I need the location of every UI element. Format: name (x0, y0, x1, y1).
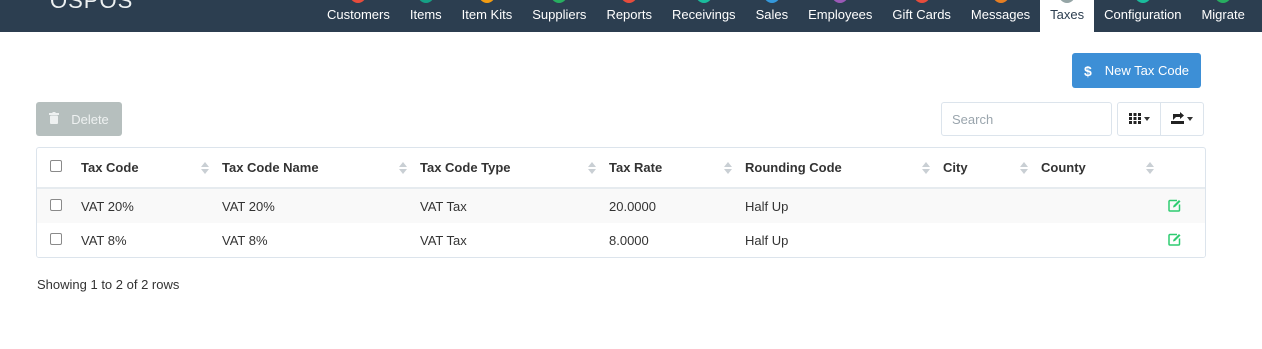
column-header-label: Tax Code Name (222, 160, 319, 175)
nav-item-suppliers[interactable]: Suppliers (522, 0, 596, 32)
nav-item-item-kits[interactable]: Item Kits (452, 0, 523, 32)
column-header-tax-code-name[interactable]: Tax Code Name (222, 148, 319, 187)
module-icon (913, 0, 930, 3)
new-tax-code-button[interactable]: $ New Tax Code (1072, 53, 1201, 88)
columns-toggle-button[interactable] (1117, 102, 1161, 136)
module-icon (832, 0, 849, 3)
module-icon (1059, 0, 1076, 3)
module-icon (992, 0, 1009, 3)
nav-item-label: Receivings (671, 7, 736, 22)
nav-item-label: Items (409, 7, 442, 22)
app-brand[interactable]: OSPOS (50, 0, 133, 14)
module-icon (695, 0, 712, 3)
cell-tax-code-name: VAT 8% (222, 232, 268, 248)
column-header-label: Rounding Code (745, 160, 842, 175)
module-icon (551, 0, 568, 3)
nav-item-items[interactable]: Items (400, 0, 452, 32)
nav-item-label: Employees (808, 7, 873, 22)
new-tax-code-label: New Tax Code (1104, 63, 1190, 78)
sort-icon[interactable] (1146, 162, 1154, 175)
top-navbar: OSPOS Customers Items Item Kits Supplier… (0, 0, 1262, 32)
sort-icon[interactable] (399, 162, 407, 175)
cell-tax-rate: 20.0000 (609, 198, 656, 214)
export-icon (1171, 111, 1184, 127)
nav-item-label: Suppliers (532, 7, 587, 22)
nav-item-label: Messages (970, 7, 1031, 22)
cell-tax-code-type: VAT Tax (420, 232, 467, 248)
column-header-tax-code-type[interactable]: Tax Code Type (420, 148, 511, 187)
tax-codes-table: Tax Code Tax Code Name Tax Code Type Tax… (36, 147, 1206, 258)
dollar-icon: $ (1083, 62, 1092, 79)
column-header-label: County (1041, 160, 1086, 175)
delete-label: Delete (71, 111, 109, 127)
column-header-county[interactable]: County (1041, 148, 1086, 187)
module-icon (1134, 0, 1151, 3)
nav-item-customers[interactable]: Customers (317, 0, 400, 32)
cell-tax-rate: 8.0000 (609, 232, 649, 248)
table-row[interactable]: VAT 8% VAT 8% VAT Tax 8.0000 Half Up (37, 223, 1205, 257)
nav-item-label: Taxes (1050, 7, 1085, 22)
cell-tax-code-type: VAT Tax (420, 198, 467, 214)
sort-icon[interactable] (201, 162, 209, 175)
cell-rounding-code: Half Up (745, 198, 789, 214)
module-icon (621, 0, 638, 3)
trash-icon (49, 111, 60, 127)
module-icon (417, 0, 434, 3)
sort-icon[interactable] (724, 162, 732, 175)
sort-icon[interactable] (588, 162, 596, 175)
delete-button[interactable]: Delete (36, 102, 122, 136)
module-icon (1215, 0, 1232, 3)
chevron-down-icon (1187, 117, 1193, 121)
column-header-tax-rate[interactable]: Tax Rate (609, 148, 662, 187)
nav-item-taxes[interactable]: Taxes (1040, 0, 1095, 32)
row-checkbox[interactable] (50, 233, 62, 245)
row-checkbox[interactable] (50, 199, 62, 211)
nav-item-label: Item Kits (461, 7, 513, 22)
module-icon (350, 0, 367, 3)
nav-item-label: Configuration (1104, 7, 1182, 22)
grid-icon (1128, 112, 1141, 127)
module-icon (478, 0, 495, 3)
nav-item-receivings[interactable]: Receivings (662, 0, 746, 32)
select-all-checkbox[interactable] (50, 160, 62, 172)
column-header-label: Tax Code (81, 160, 139, 175)
cell-tax-code: VAT 8% (81, 232, 127, 248)
export-button[interactable] (1160, 102, 1204, 136)
main-nav: Customers Items Item Kits Suppliers Repo… (317, 0, 1255, 32)
nav-item-label: Sales (755, 7, 789, 22)
nav-item-employees[interactable]: Employees (798, 0, 882, 32)
nav-item-migrate[interactable]: Migrate (1191, 0, 1254, 32)
edit-icon[interactable] (1168, 233, 1181, 246)
module-icon (763, 0, 780, 3)
cell-rounding-code: Half Up (745, 232, 789, 248)
table-row[interactable]: VAT 20% VAT 20% VAT Tax 20.0000 Half Up (37, 189, 1205, 223)
table-header: Tax Code Tax Code Name Tax Code Type Tax… (37, 148, 1205, 189)
nav-item-label: Gift Cards (892, 7, 951, 22)
nav-item-reports[interactable]: Reports (596, 0, 662, 32)
nav-item-sales[interactable]: Sales (746, 0, 799, 32)
pagination-summary: Showing 1 to 2 of 2 rows (37, 277, 180, 292)
column-header-label: Tax Code Type (420, 160, 511, 175)
column-header-rounding-code[interactable]: Rounding Code (745, 148, 842, 187)
sort-icon[interactable] (1020, 162, 1028, 175)
search-input[interactable] (941, 102, 1112, 136)
cell-tax-code: VAT 20% (81, 198, 134, 214)
column-header-label: Tax Rate (609, 160, 663, 175)
nav-item-label: Customers (327, 7, 390, 22)
nav-item-gift-cards[interactable]: Gift Cards (882, 0, 961, 32)
column-header-label: City (943, 160, 968, 175)
nav-item-label: Migrate (1201, 7, 1245, 22)
sort-icon[interactable] (922, 162, 930, 175)
nav-item-label: Reports (606, 7, 652, 22)
nav-item-messages[interactable]: Messages (961, 0, 1040, 32)
edit-icon[interactable] (1168, 199, 1181, 212)
nav-item-configuration[interactable]: Configuration (1094, 0, 1191, 32)
chevron-down-icon (1143, 117, 1150, 121)
column-header-city[interactable]: City (943, 148, 968, 187)
cell-tax-code-name: VAT 20% (222, 198, 275, 214)
column-header-tax-code[interactable]: Tax Code (81, 148, 139, 187)
